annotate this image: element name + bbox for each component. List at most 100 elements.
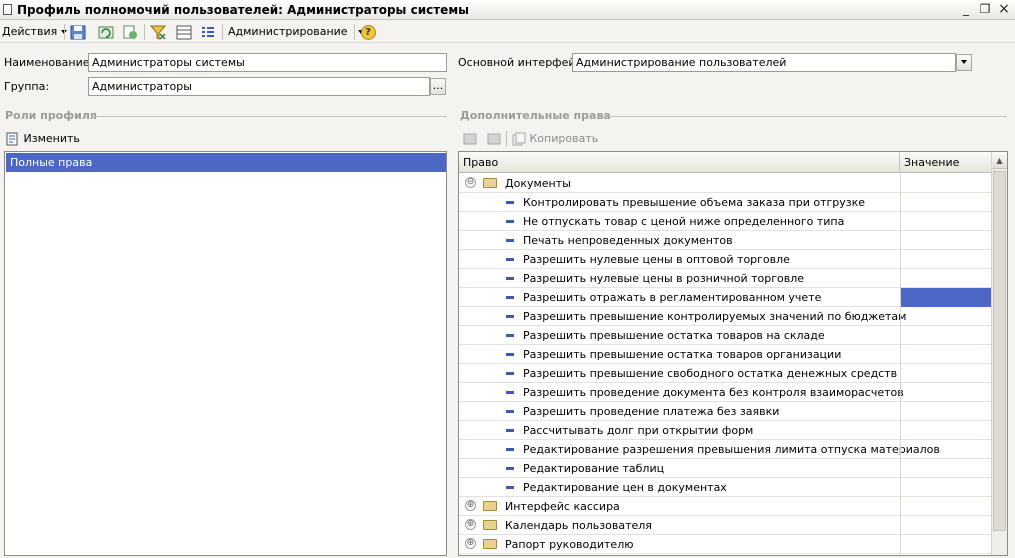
- scroll-up-icon[interactable]: ▲: [992, 152, 1007, 169]
- value-cell[interactable]: [900, 383, 992, 402]
- table-row[interactable]: Разрешить проведение платежа без заявки: [459, 402, 992, 421]
- list-item[interactable]: Полные права: [6, 153, 446, 172]
- save-icon[interactable]: [68, 23, 88, 41]
- value-cell[interactable]: [900, 478, 992, 497]
- group-label: Документы: [505, 177, 571, 190]
- vertical-scrollbar[interactable]: ▲: [991, 152, 1007, 555]
- table-row[interactable]: ⊕ Календарь пользователя: [459, 516, 992, 535]
- value-cell[interactable]: [900, 497, 992, 516]
- value-cell[interactable]: [900, 364, 992, 383]
- add-icon[interactable]: [460, 130, 480, 148]
- right-item-icon: [506, 239, 514, 242]
- folder-icon: [483, 501, 497, 511]
- copy-doc-icon[interactable]: [120, 23, 140, 41]
- folder-icon: [483, 539, 497, 549]
- list-settings-icon[interactable]: [198, 23, 218, 41]
- right-item-icon: [506, 429, 514, 432]
- group-field[interactable]: Администраторы: [88, 77, 430, 96]
- table-row[interactable]: Разрешить превышение контролируемых знач…: [459, 307, 992, 326]
- value-cell[interactable]: [900, 440, 992, 459]
- value-cell[interactable]: [900, 193, 992, 212]
- table-row[interactable]: ⊕ Рапорт руководителю: [459, 535, 992, 554]
- table-row[interactable]: Разрешить превышение свободного остатка …: [459, 364, 992, 383]
- column-header-right[interactable]: Право: [459, 152, 900, 173]
- table-header: Право Значение: [459, 152, 992, 173]
- name-field[interactable]: Администраторы системы: [88, 53, 447, 72]
- toolbar-separator: [64, 24, 65, 40]
- interface-label: Основной интерфейс:: [458, 56, 586, 69]
- close-button[interactable]: ×: [995, 1, 1013, 18]
- expand-icon[interactable]: ⊕: [465, 519, 476, 530]
- rights-table[interactable]: Право Значение ⊖ Документы Контролироват…: [458, 151, 1008, 556]
- interface-field[interactable]: Администрирование пользователей: [572, 53, 956, 72]
- help-glyph: ?: [360, 24, 376, 40]
- edit-icon: [6, 132, 18, 146]
- column-header-value[interactable]: Значение: [900, 152, 992, 173]
- table-row[interactable]: Редактирование цен в документах: [459, 478, 992, 497]
- right-item-label: Рассчитывать долг при открытии форм: [523, 424, 754, 437]
- delete-icon[interactable]: [484, 130, 504, 148]
- expand-icon[interactable]: ⊕: [465, 538, 476, 549]
- right-item-label: Разрешить превышение контролируемых знач…: [523, 310, 907, 323]
- table-row[interactable]: Печать непроведенных документов: [459, 231, 992, 250]
- value-cell[interactable]: [900, 326, 992, 345]
- group-label: Рапорт руководителю: [505, 538, 634, 551]
- table-row[interactable]: Рассчитывать долг при открытии форм: [459, 421, 992, 440]
- minimize-button[interactable]: _: [957, 1, 975, 18]
- help-icon[interactable]: ?: [358, 23, 378, 41]
- table-row[interactable]: Разрешить отражать в регламентированном …: [459, 288, 992, 307]
- right-item-label: Редактирование разрешения превышения лим…: [523, 443, 940, 456]
- right-item-label: Редактирование цен в документах: [523, 481, 727, 494]
- right-item-label: Не отпускать товар с ценой ниже определе…: [523, 215, 845, 228]
- value-cell[interactable]: [900, 269, 992, 288]
- group-select-button[interactable]: ...: [430, 78, 446, 95]
- table-row[interactable]: Разрешить проведение документа без контр…: [459, 383, 992, 402]
- value-cell[interactable]: [900, 307, 992, 326]
- table-row[interactable]: Разрешить нулевые цены в оптовой торговл…: [459, 250, 992, 269]
- table-row[interactable]: Разрешить нулевые цены в розничной торго…: [459, 269, 992, 288]
- roles-list[interactable]: Полные права: [4, 151, 447, 556]
- restore-button[interactable]: ❐: [976, 1, 994, 18]
- table-row[interactable]: Контролировать превышение объема заказа …: [459, 193, 992, 212]
- table-row[interactable]: Редактирование разрешения превышения лим…: [459, 440, 992, 459]
- interface-dropdown-button[interactable]: [956, 54, 972, 71]
- value-cell[interactable]: [900, 402, 992, 421]
- toolbar-separator: [354, 24, 355, 40]
- filter-icon[interactable]: [148, 23, 168, 41]
- table-row[interactable]: ⊖ Документы: [459, 174, 992, 193]
- refresh-icon[interactable]: [96, 23, 116, 41]
- right-item-icon: [506, 201, 514, 204]
- toolbar-separator: [144, 24, 145, 40]
- table-row[interactable]: Не отпускать товар с ценой ниже определе…: [459, 212, 992, 231]
- table-row[interactable]: Редактирование таблиц: [459, 459, 992, 478]
- actions-menu[interactable]: Действия: [2, 23, 68, 41]
- right-item-label: Печать непроведенных документов: [523, 234, 733, 247]
- document-icon: [3, 4, 12, 15]
- value-cell[interactable]: [900, 288, 992, 307]
- value-cell[interactable]: [900, 174, 992, 193]
- value-cell[interactable]: [900, 250, 992, 269]
- collapse-icon[interactable]: ⊖: [465, 177, 476, 188]
- value-cell[interactable]: [900, 212, 992, 231]
- value-cell[interactable]: [900, 345, 992, 364]
- value-cell[interactable]: [900, 459, 992, 478]
- value-cell[interactable]: [900, 231, 992, 250]
- right-item-icon: [506, 277, 514, 280]
- administration-menu[interactable]: Администрирование: [228, 23, 364, 41]
- chevron-down-icon: [961, 60, 967, 64]
- copy-label: Копировать: [529, 132, 599, 145]
- right-item-icon: [506, 467, 514, 470]
- value-cell[interactable]: [900, 421, 992, 440]
- table-row[interactable]: Разрешить превышение остатка товаров на …: [459, 326, 992, 345]
- scroll-thumb[interactable]: [993, 171, 1006, 531]
- table-row[interactable]: Разрешить превышение остатка товаров орг…: [459, 345, 992, 364]
- table-icon[interactable]: [174, 23, 194, 41]
- administration-label: Администрирование: [228, 25, 348, 38]
- copy-button[interactable]: Копировать: [512, 130, 598, 148]
- group-label: Группа:: [4, 80, 50, 93]
- table-row[interactable]: ⊕ Интерфейс кассира: [459, 497, 992, 516]
- value-cell[interactable]: [900, 516, 992, 535]
- edit-roles-button[interactable]: Изменить: [6, 130, 80, 148]
- value-cell[interactable]: [900, 535, 992, 554]
- expand-icon[interactable]: ⊕: [465, 500, 476, 511]
